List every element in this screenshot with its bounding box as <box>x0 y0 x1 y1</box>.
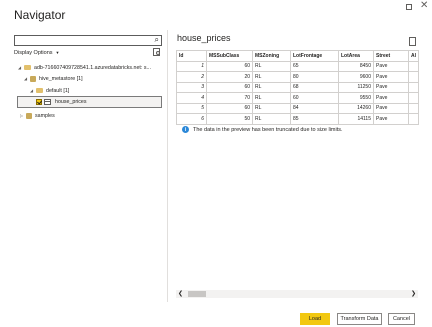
export-icon[interactable] <box>409 37 416 46</box>
window-title: Navigator <box>14 8 66 22</box>
database-icon <box>30 75 36 82</box>
display-options-button[interactable]: Display Options ▼ <box>14 50 60 56</box>
preview-table: Id MSSubClass MSZoning LotFrontage LotAr… <box>176 50 419 125</box>
table-cell <box>408 92 419 104</box>
table-cell: 60 <box>206 60 253 72</box>
table-row: 2 20 RL 80 9600 Pave <box>176 71 419 83</box>
column-header[interactable]: Al <box>408 50 419 62</box>
scroll-left-icon[interactable]: ❮ <box>178 290 183 297</box>
table-cell: RL <box>252 81 291 93</box>
database-icon <box>26 112 32 119</box>
restore-icon[interactable] <box>406 4 412 10</box>
table-cell: 20 <box>206 71 253 83</box>
table-cell <box>408 81 419 93</box>
cancel-button[interactable]: Cancel <box>388 313 415 325</box>
tree-label: default [1] <box>46 87 70 94</box>
column-header[interactable]: LotFrontage <box>290 50 339 62</box>
table-cell: Pave <box>373 60 409 72</box>
column-header[interactable]: Street <box>373 50 409 62</box>
scrollbar-thumb[interactable] <box>188 291 206 297</box>
table-cell <box>408 113 419 125</box>
table-row: 3 60 RL 68 11250 Pave <box>176 81 419 93</box>
table-cell <box>408 60 419 72</box>
table-cell: RL <box>252 102 291 114</box>
column-header[interactable]: Id <box>176 50 207 62</box>
table-row: 1 60 RL 65 8450 Pave <box>176 60 419 72</box>
table-cell: 60 <box>206 81 253 93</box>
table-cell: 70 <box>206 92 253 104</box>
transform-data-button[interactable]: Transform Data <box>337 313 382 325</box>
table-cell: 5 <box>176 102 207 114</box>
table-cell: 68 <box>290 81 339 93</box>
tree-node-default[interactable]: ◢ default [1] <box>30 86 69 95</box>
column-header[interactable]: MSZoning <box>252 50 291 62</box>
table-cell: 8450 <box>338 60 374 72</box>
display-options-label: Display Options <box>14 50 53 56</box>
table-cell: 50 <box>206 113 253 125</box>
table-cell: 4 <box>176 92 207 104</box>
chevron-down-icon: ▼ <box>55 50 60 55</box>
table-cell: 6 <box>176 113 207 125</box>
table-cell: RL <box>252 60 291 72</box>
table-cell: RL <box>252 113 291 125</box>
table-cell: Pave <box>373 81 409 93</box>
tree-node-server[interactable]: ◢ adb-716607409728541.1.azuredatabricks.… <box>18 63 151 72</box>
tree-label: adb-716607409728541.1.azuredatabricks.ne… <box>34 64 151 71</box>
header-row: Id MSSubClass MSZoning LotFrontage LotAr… <box>176 50 419 62</box>
table-cell <box>408 102 419 114</box>
search-icon[interactable]: ⌕ <box>155 35 159 45</box>
search-input[interactable]: ⌕ <box>14 35 162 46</box>
table-cell: Pave <box>373 92 409 104</box>
info-icon: i <box>182 126 189 133</box>
table-cell: 84 <box>290 102 339 114</box>
folder-icon <box>36 88 43 93</box>
table-cell: 85 <box>290 113 339 125</box>
truncation-info: i The data in the preview has been trunc… <box>182 126 343 133</box>
close-icon[interactable]: ✕ <box>420 0 428 11</box>
table-row: 4 70 RL 60 9550 Pave <box>176 92 419 104</box>
table-cell: Pave <box>373 102 409 114</box>
server-icon <box>24 65 31 70</box>
pane-divider <box>167 30 168 302</box>
table-cell: 60 <box>290 92 339 104</box>
table-cell: 9550 <box>338 92 374 104</box>
tree-label: hive_metastore [1] <box>39 75 83 82</box>
info-text: The data in the preview has been truncat… <box>193 126 343 133</box>
column-header[interactable]: MSSubClass <box>206 50 253 62</box>
table-cell: 9600 <box>338 71 374 83</box>
checkbox-checked[interactable] <box>36 98 42 105</box>
table-cell: 60 <box>206 102 253 114</box>
table-cell: Pave <box>373 113 409 125</box>
tree-node-house-prices[interactable]: house_prices <box>36 97 87 106</box>
tree-label: house_prices <box>55 98 87 105</box>
table-cell: 14260 <box>338 102 374 114</box>
column-header[interactable]: LotArea <box>338 50 374 62</box>
table-cell: 1 <box>176 60 207 72</box>
table-cell: RL <box>252 71 291 83</box>
table-cell: 65 <box>290 60 339 72</box>
table-cell <box>408 71 419 83</box>
tree-node-samples[interactable]: ▷ samples <box>20 111 55 120</box>
tree-node-hive-metastore[interactable]: ◢ hive_metastore [1] <box>24 74 83 83</box>
table-cell: 14115 <box>338 113 374 125</box>
table-row: 5 60 RL 84 14260 Pave <box>176 102 419 114</box>
table-cell: RL <box>252 92 291 104</box>
load-button[interactable]: Load <box>300 313 330 325</box>
horizontal-scrollbar[interactable]: ❮ ❯ <box>176 290 418 298</box>
table-cell: 2 <box>176 71 207 83</box>
table-cell: 3 <box>176 81 207 93</box>
table-cell: Pave <box>373 71 409 83</box>
table-cell: 11250 <box>338 81 374 93</box>
table-icon <box>44 98 51 105</box>
table-row: 6 50 RL 85 14115 Pave <box>176 113 419 125</box>
table-cell: 80 <box>290 71 339 83</box>
tree-label: samples <box>35 112 55 119</box>
preview-title: house_prices <box>177 33 231 43</box>
refresh-icon[interactable] <box>153 48 160 56</box>
scroll-right-icon[interactable]: ❯ <box>411 290 416 297</box>
